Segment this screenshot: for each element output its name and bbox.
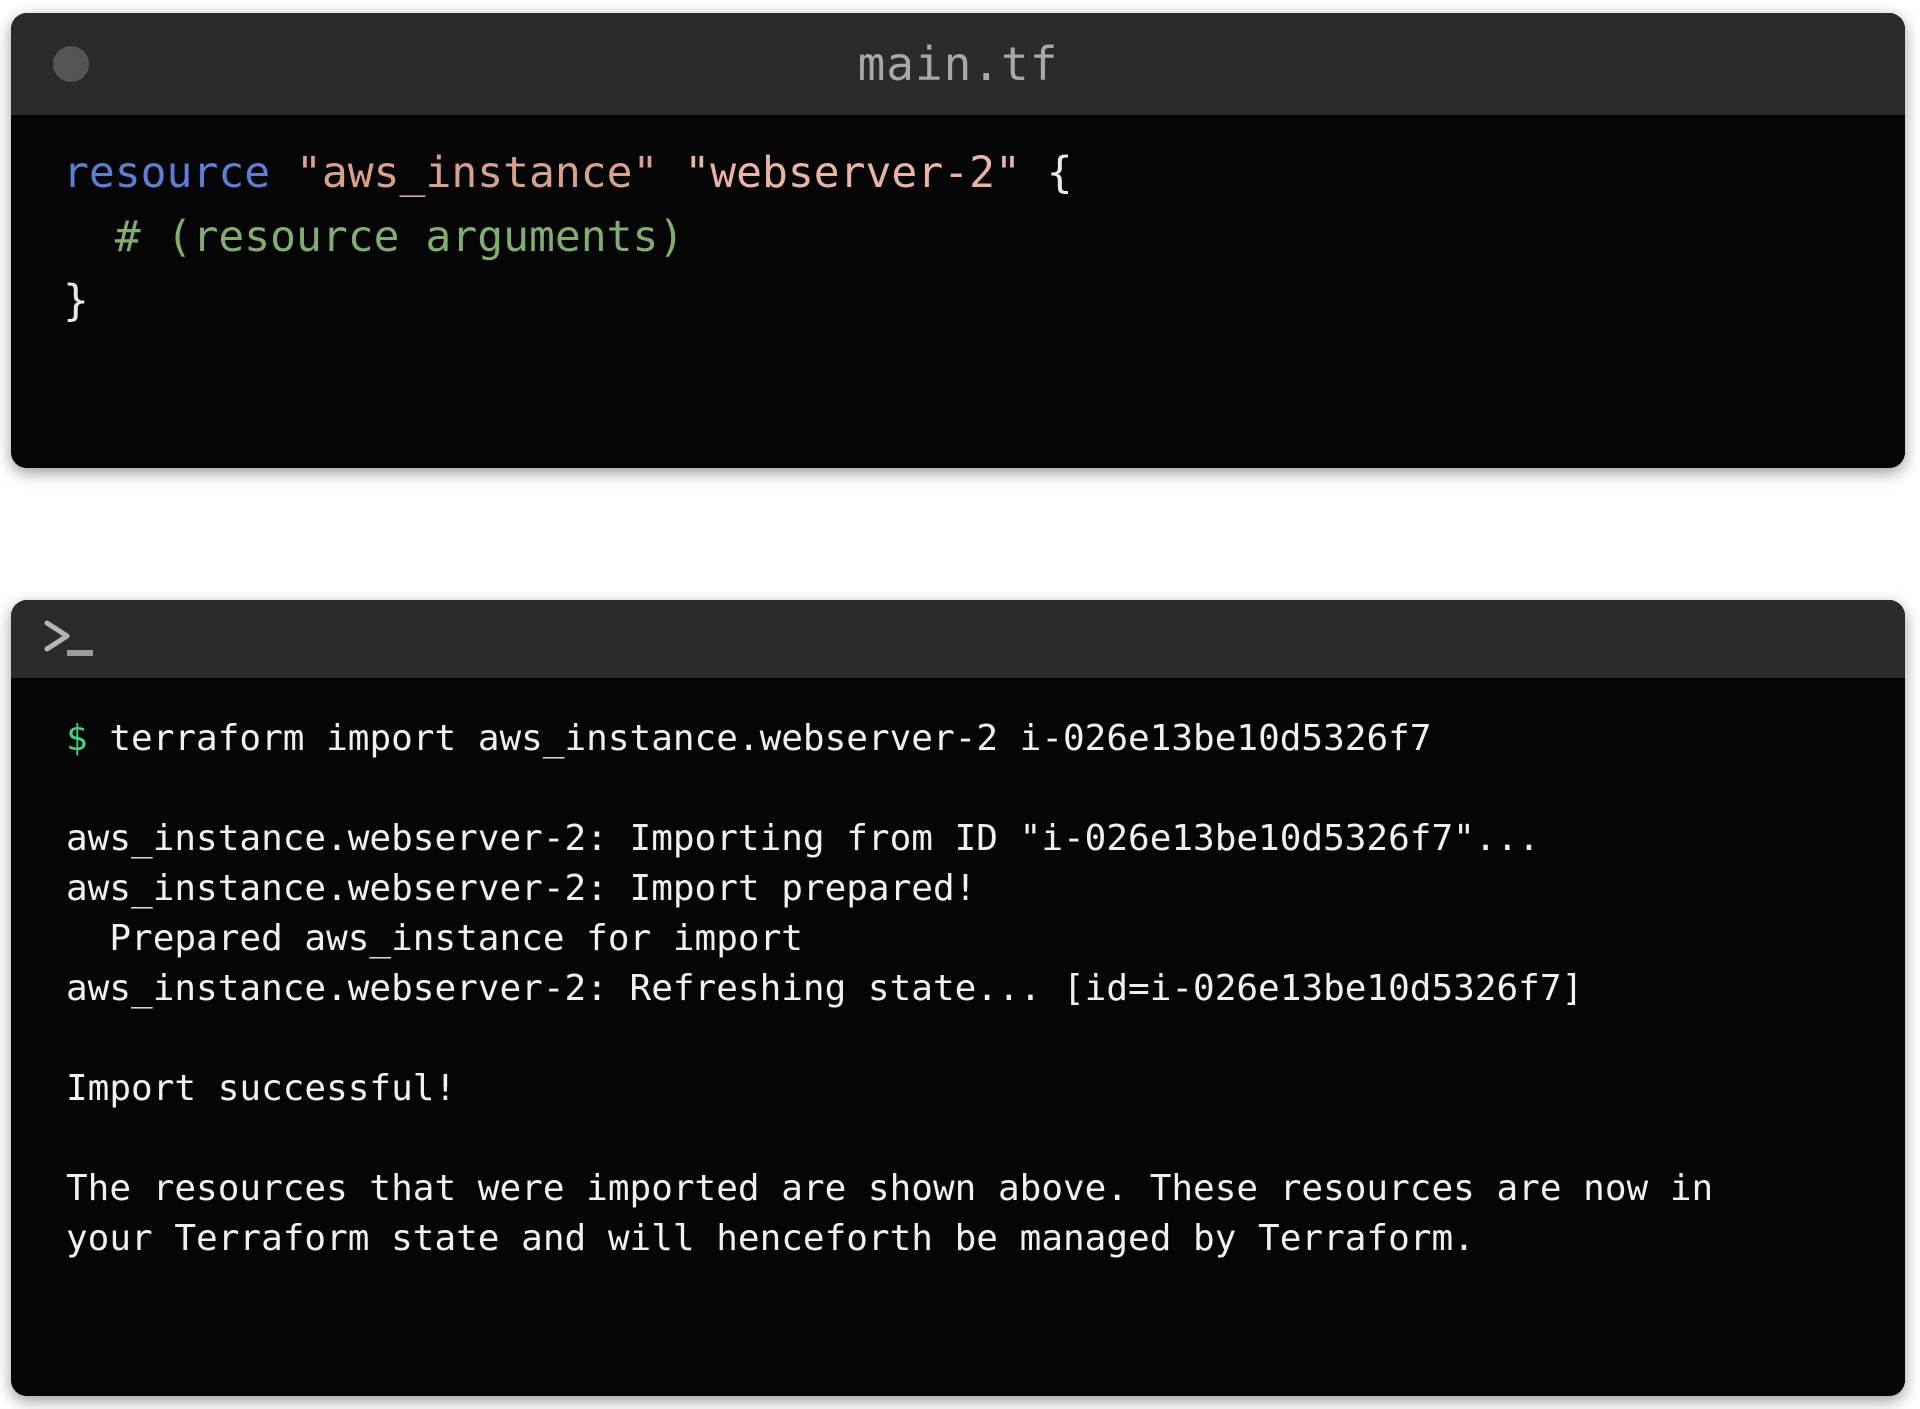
editor-code-area[interactable]: resource "aws_instance" "webserver-2" { … bbox=[11, 115, 1905, 468]
terminal-panel: $ terraform import aws_instance.webserve… bbox=[11, 600, 1905, 1396]
editor-file-title: main.tf bbox=[857, 37, 1059, 91]
code-token-string-type: "aws_instance" bbox=[296, 148, 659, 198]
code-token-keyword: resource bbox=[63, 148, 271, 198]
code-token-brace-open: { bbox=[1046, 148, 1073, 198]
terminal-command-line: $ terraform import aws_instance.webserve… bbox=[11, 714, 1905, 764]
code-line-3-brace-close: } bbox=[63, 276, 89, 326]
terminal-output-line: aws_instance.webserver-2: Refreshing sta… bbox=[66, 968, 1584, 1009]
terminal-prompt-dollar: $ bbox=[66, 718, 88, 759]
terminal-title-bar bbox=[11, 600, 1905, 678]
code-token-string-name: "webserver-2" bbox=[684, 148, 1021, 198]
code-editor-panel: main.tf resource "aws_instance" "webserv… bbox=[11, 13, 1905, 468]
window-control-dot-icon[interactable] bbox=[53, 46, 89, 82]
code-token-space-2 bbox=[658, 148, 684, 198]
terminal-output-line: Prepared aws_instance for import bbox=[66, 918, 803, 959]
terminal-output-line: The resources that were imported are sho… bbox=[66, 1168, 1714, 1209]
terminal-output-line: Import successful! bbox=[66, 1068, 457, 1109]
code-token-space-3 bbox=[1021, 148, 1047, 198]
code-line-2-comment: # (resource arguments) bbox=[63, 212, 685, 262]
terminal-output-line: your Terraform state and will henceforth… bbox=[66, 1218, 1475, 1259]
terminal-output-line: aws_instance.webserver-2: Importing from… bbox=[66, 818, 1540, 859]
screenshot-root: main.tf resource "aws_instance" "webserv… bbox=[0, 0, 1920, 1409]
terminal-command-text: terraform import aws_instance.webserver-… bbox=[87, 718, 1432, 759]
code-line-1: resource "aws_instance" "webserver-2" { bbox=[11, 141, 1905, 205]
code-token-space-1 bbox=[270, 148, 296, 198]
editor-title-bar: main.tf bbox=[11, 13, 1905, 115]
terminal-output-area[interactable]: $ terraform import aws_instance.webserve… bbox=[11, 678, 1905, 1396]
terminal-output-line: aws_instance.webserver-2: Import prepare… bbox=[66, 868, 977, 909]
terminal-prompt-icon bbox=[41, 615, 103, 663]
